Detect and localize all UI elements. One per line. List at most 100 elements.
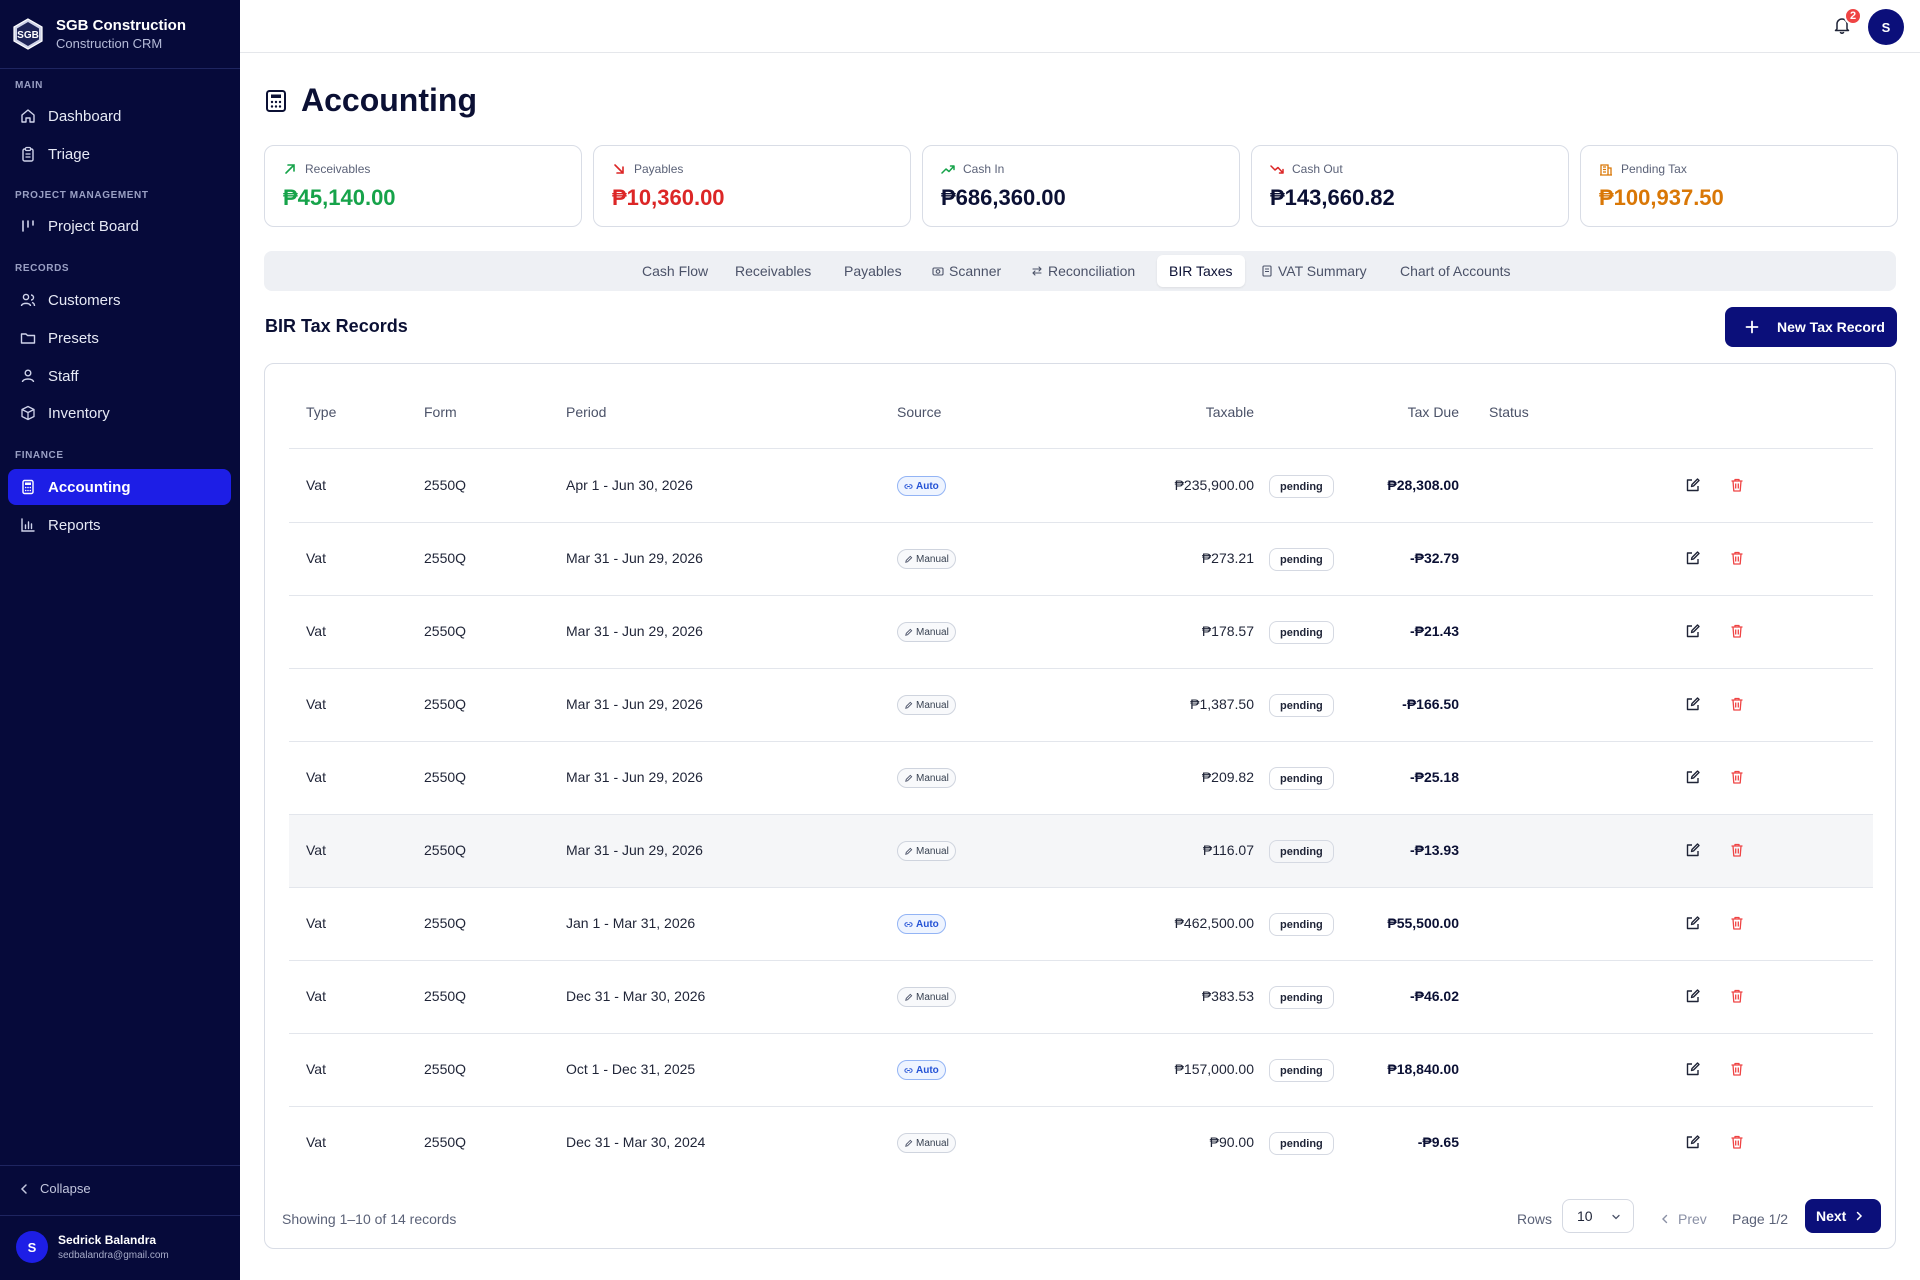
trash-icon[interactable] xyxy=(1729,477,1745,493)
column-header-period[interactable]: Period xyxy=(566,404,606,420)
next-page-button[interactable]: Next xyxy=(1805,1199,1881,1233)
tab-cash-flow[interactable]: Cash Flow xyxy=(630,255,720,287)
status-badge: pending xyxy=(1269,548,1334,571)
tab-scanner[interactable]: Scanner xyxy=(920,255,1013,287)
showing-records-text: Showing 1–10 of 14 records xyxy=(282,1211,457,1227)
sidebar-item-reports[interactable]: Reports xyxy=(8,507,231,543)
tab-bir-taxes[interactable]: BIR Taxes xyxy=(1157,255,1245,287)
rows-label: Rows xyxy=(1517,1211,1553,1227)
brand: SGB SGB Construction Construction CRM xyxy=(0,0,240,69)
source-badge-label: Manual xyxy=(916,553,949,565)
cell-type: Vat xyxy=(306,769,326,785)
cell-period: Apr 1 - Jun 30, 2026 xyxy=(566,477,693,493)
column-header-status[interactable]: Status xyxy=(1489,404,1529,420)
edit-icon[interactable] xyxy=(1685,623,1701,639)
trash-icon[interactable] xyxy=(1729,1061,1745,1077)
tab-label: Scanner xyxy=(949,263,1002,279)
topbar: 2 S xyxy=(240,0,1920,53)
prev-page-button[interactable]: Prev xyxy=(1660,1211,1707,1227)
edit-icon[interactable] xyxy=(1685,842,1701,858)
sidebar-divider xyxy=(0,1165,240,1166)
cell-period: Dec 31 - Mar 30, 2024 xyxy=(566,1134,706,1150)
edit-icon[interactable] xyxy=(1685,988,1701,1004)
trash-icon[interactable] xyxy=(1729,842,1745,858)
column-header-tax-due[interactable]: Tax Due xyxy=(1375,404,1459,420)
stat-label-text: Cash In xyxy=(963,162,1005,176)
tab-chart-of-accounts[interactable]: Chart of Accounts xyxy=(1388,255,1523,287)
edit-icon[interactable] xyxy=(1685,769,1701,785)
edit-icon[interactable] xyxy=(1685,1134,1701,1150)
sidebar-item-accounting[interactable]: Accounting xyxy=(8,469,231,505)
edit-icon[interactable] xyxy=(1685,915,1701,931)
sidebar-item-label: Customers xyxy=(48,291,121,309)
status-badge: pending xyxy=(1269,475,1334,498)
collapse-button[interactable]: Collapse xyxy=(18,1181,91,1196)
stat-label: Payables xyxy=(612,162,683,176)
table-row: Vat 2550Q Oct 1 - Dec 31, 2025 Auto ₱157,000… xyxy=(289,1034,1873,1107)
tab-payables[interactable]: Payables xyxy=(832,255,914,287)
trash-icon[interactable] xyxy=(1729,988,1745,1004)
collapse-label: Collapse xyxy=(40,1181,91,1196)
sidebar-item-staff[interactable]: Staff xyxy=(8,358,231,394)
stat-value: ₱686,360.00 xyxy=(941,185,1066,210)
edit-icon[interactable] xyxy=(1685,696,1701,712)
column-header-type[interactable]: Type xyxy=(306,404,336,420)
table-row: Vat 2550Q Mar 31 - Jun 29, 2026 Manual ₱209.… xyxy=(289,742,1873,815)
tab-reconciliation[interactable]: Reconciliation xyxy=(1019,255,1147,287)
prev-page-label: Prev xyxy=(1678,1211,1707,1227)
trash-icon[interactable] xyxy=(1729,1134,1745,1150)
source-badge: Manual xyxy=(897,622,956,642)
trash-icon[interactable] xyxy=(1729,769,1745,785)
tab-receivables[interactable]: Receivables xyxy=(723,255,823,287)
sidebar-item-triage[interactable]: Triage xyxy=(8,136,231,172)
stat-card-payables: Payables ₱10,360.00 xyxy=(593,145,911,227)
cell-type: Vat xyxy=(306,550,326,566)
cell-form: 2550Q xyxy=(424,769,467,785)
source-badge: Manual xyxy=(897,695,956,715)
table-row: Vat 2550Q Mar 31 - Jun 29, 2026 Manual ₱273.… xyxy=(289,523,1873,596)
trash-icon[interactable] xyxy=(1729,696,1745,712)
sidebar-item-dashboard[interactable]: Dashboard xyxy=(8,98,231,134)
source-badge: Auto xyxy=(897,476,946,496)
sidebar-item-project-board[interactable]: Project Board xyxy=(8,208,231,244)
tab-label: BIR Taxes xyxy=(1169,263,1233,279)
sidebar-item-inventory[interactable]: Inventory xyxy=(8,395,231,431)
new-tax-record-label: New Tax Record xyxy=(1777,319,1885,335)
trash-icon[interactable] xyxy=(1729,623,1745,639)
cell-type: Vat xyxy=(306,477,326,493)
trash-icon[interactable] xyxy=(1729,550,1745,566)
cell-period: Mar 31 - Jun 29, 2026 xyxy=(566,769,703,785)
column-header-taxable[interactable]: Taxable xyxy=(1165,404,1254,420)
source-badge: Manual xyxy=(897,768,956,788)
rows-per-page-select[interactable]: 10 xyxy=(1562,1199,1634,1233)
source-badge-label: Manual xyxy=(916,845,949,857)
table-header xyxy=(289,394,1873,449)
edit-icon[interactable] xyxy=(1685,477,1701,493)
sidebar-divider xyxy=(0,1215,240,1216)
sidebar-item-label: Staff xyxy=(48,367,79,385)
stat-label-text: Cash Out xyxy=(1292,162,1343,176)
sidebar-item-presets[interactable]: Presets xyxy=(8,320,231,356)
source-badge: Auto xyxy=(897,1060,946,1080)
tab-vat-summary[interactable]: VAT Summary xyxy=(1249,255,1379,287)
link-icon xyxy=(904,921,913,927)
column-header-source[interactable]: Source xyxy=(897,404,941,420)
edit-icon[interactable] xyxy=(1685,550,1701,566)
user-email: sedbalandra@gmail.com xyxy=(58,1250,169,1261)
sidebar-item-customers[interactable]: Customers xyxy=(8,282,231,318)
avatar[interactable]: S xyxy=(1868,9,1904,45)
sidebar-user[interactable]: S Sedrick Balandra sedbalandra@gmail.com xyxy=(16,1231,169,1263)
section-title: BIR Tax Records xyxy=(265,316,408,336)
cell-form: 2550Q xyxy=(424,623,467,639)
column-header-form[interactable]: Form xyxy=(424,404,457,420)
edit-icon[interactable] xyxy=(1685,1061,1701,1077)
status-badge: pending xyxy=(1269,1132,1334,1155)
brand-title: SGB Construction xyxy=(56,17,186,34)
new-tax-record-button[interactable]: New Tax Record xyxy=(1725,307,1897,347)
cell-period: Mar 31 - Jun 29, 2026 xyxy=(566,623,703,639)
source-badge: Manual xyxy=(897,549,956,569)
trash-icon[interactable] xyxy=(1729,915,1745,931)
section-label-project-management: PROJECT MANAGEMENT xyxy=(15,190,149,201)
chevron-left-icon xyxy=(20,1183,27,1194)
brand-subtitle: Construction CRM xyxy=(56,36,163,51)
